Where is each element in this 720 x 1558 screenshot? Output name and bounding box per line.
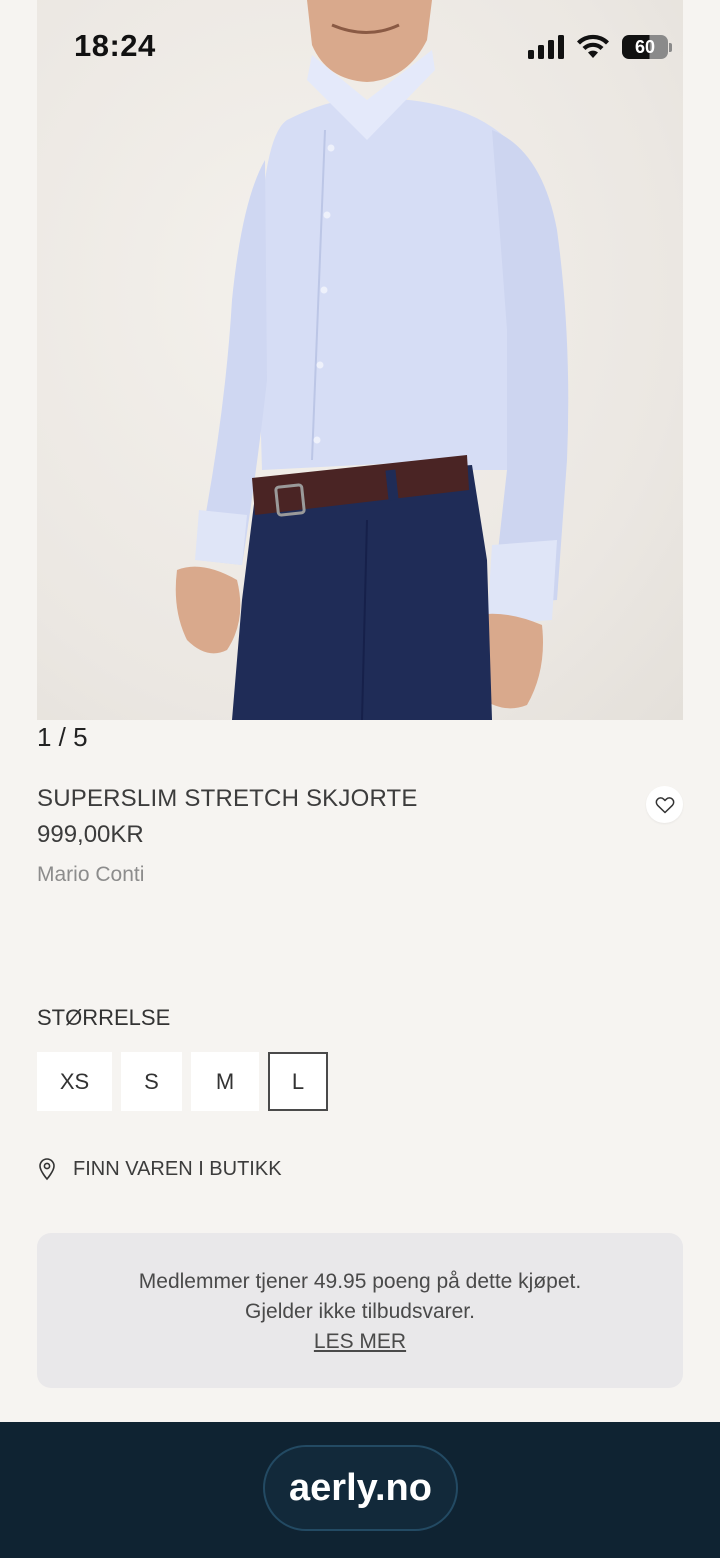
url-pill[interactable]: aerly.no [263, 1445, 458, 1531]
cellular-signal-icon [528, 35, 564, 59]
find-in-store-label: FINN VAREN I BUTIKK [73, 1157, 282, 1180]
size-option-s[interactable]: S [121, 1052, 182, 1111]
size-heading: STØRRELSE [37, 1005, 171, 1030]
product-photo [175, 0, 569, 720]
size-option-xs[interactable]: XS [37, 1052, 112, 1111]
membership-info-box: Medlemmer tjener 49.95 poeng på dette kj… [37, 1233, 683, 1388]
location-pin-icon [39, 1158, 55, 1181]
battery-icon: 60 [622, 35, 672, 59]
find-in-store-link[interactable]: FINN VAREN I BUTIKK [37, 1157, 282, 1181]
size-option-m[interactable]: M [191, 1052, 259, 1111]
battery-level: 60 [622, 35, 668, 59]
product-price: 999,00KR [37, 821, 144, 848]
status-icons: 60 [528, 34, 672, 60]
favorite-button[interactable] [646, 786, 683, 823]
status-bar: 18:24 60 [0, 0, 720, 96]
heart-icon [655, 796, 674, 813]
size-selector: XS S M L [37, 1052, 328, 1111]
wifi-icon [577, 34, 609, 58]
membership-points-text: Medlemmer tjener 49.95 poeng på dette kj… [138, 1270, 582, 1293]
browser-bottom-bar: aerly.no [0, 1422, 720, 1558]
product-title: SUPERSLIM STRETCH SKJORTE [37, 785, 418, 812]
gallery-counter: 1 / 5 [37, 722, 88, 752]
size-option-l[interactable]: L [268, 1052, 328, 1111]
product-image[interactable] [37, 0, 683, 720]
status-time: 18:24 [74, 28, 156, 63]
membership-exception-text: Gjelder ikke tilbudsvarer. [245, 1300, 475, 1323]
product-brand[interactable]: Mario Conti [37, 863, 144, 887]
read-more-link[interactable]: LES MER [314, 1327, 406, 1357]
